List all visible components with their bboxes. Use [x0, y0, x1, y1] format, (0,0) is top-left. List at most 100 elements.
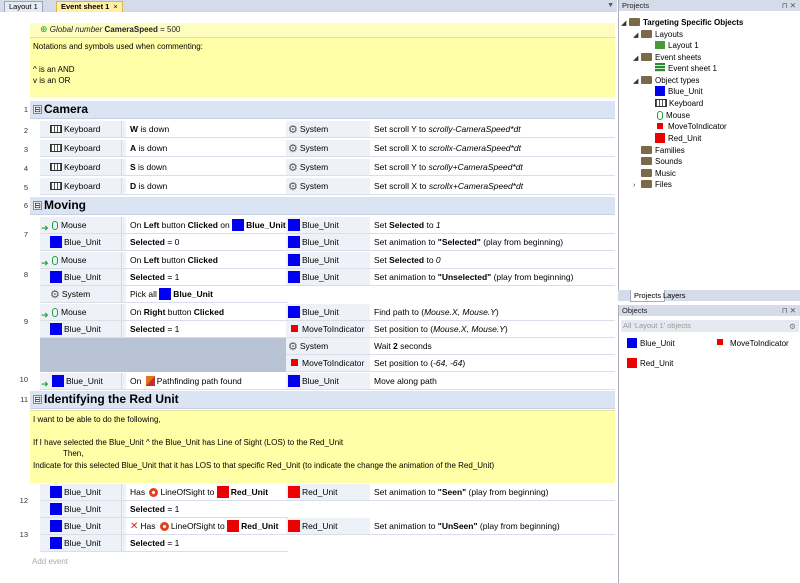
condition[interactable]: Blue_Unit Selected = 1 [40, 321, 292, 338]
collapse-toggle[interactable]: ⊟ [33, 105, 42, 114]
tree-item-object-types[interactable]: ◢ Object types [633, 75, 699, 86]
tree-item-files[interactable]: › Files [633, 179, 672, 190]
tab-event-sheet-1[interactable]: Event sheet 1 × [56, 1, 123, 12]
tree-item-layouts[interactable]: ◢ Layouts [633, 29, 683, 40]
event-row[interactable]: ➜ Blue_Unit On Pathfinding path found Blue… [30, 373, 615, 390]
objects-filter-input[interactable]: All 'Layout 1' objects ⚙ [621, 320, 799, 332]
action[interactable]: ⚙ System Set scroll Y to scrolly-CameraSpe… [286, 121, 615, 138]
action[interactable]: Red_Unit Set animation to "Seen" (play fr… [286, 484, 615, 501]
event-row[interactable]: Blue_Unit ✕ Has LineOfSight to Red_Unit Re… [30, 518, 615, 535]
object-item-move-to-indicator[interactable]: MoveToIndicator [713, 338, 789, 349]
event-row[interactable]: Blue_Unit Selected = 1 Blue_Unit Set anima… [30, 269, 615, 286]
condition-text: W is down [126, 121, 292, 137]
object-name: Blue_Unit [302, 220, 339, 230]
collapse-toggle[interactable]: ⊟ [33, 201, 42, 210]
action[interactable]: ⚙ System Wait 2 seconds [286, 338, 615, 355]
group-camera[interactable]: ⊟ Camera [30, 101, 615, 119]
condition-text: Pick all Blue_Unit [126, 286, 292, 302]
chevron-down-icon[interactable]: ▼ [607, 2, 614, 9]
tree-item-sounds[interactable]: Sounds [641, 156, 682, 167]
tab-layers[interactable]: Layers [660, 290, 689, 301]
tree-item-layout-1[interactable]: Layout 1 [655, 40, 699, 51]
condition[interactable]: Blue_Unit Selected = 0 [40, 234, 292, 251]
condition[interactable]: Blue_Unit Selected = 1 [40, 501, 292, 518]
event-row[interactable]: Blue_Unit Selected = 1 [30, 535, 615, 552]
action[interactable]: MoveToIndicator Set position to (Mouse.X,… [286, 321, 615, 338]
condition-object: Keyboard [40, 121, 122, 137]
collapse-toggle[interactable]: ⊟ [33, 395, 42, 404]
tree-item-keyboard[interactable]: Keyboard [655, 98, 703, 109]
condition[interactable]: Keyboard W is down [40, 121, 292, 138]
condition[interactable]: Keyboard A is down [40, 140, 292, 157]
condition[interactable]: ➜ Mouse On Left button Clicked [40, 252, 292, 269]
keyboard-icon [50, 144, 62, 152]
event-row[interactable]: Blue_Unit Selected = 0 Blue_Unit Set anima… [30, 234, 615, 251]
event-sheet-editor[interactable]: 1 2 3 4 5 6 7 8 9 10 11 12 13 ⊕ Global n… [0, 12, 617, 583]
chevron-down-icon[interactable]: ◢ [633, 76, 641, 87]
condition[interactable]: ➜ Blue_Unit On Pathfinding path found [40, 373, 292, 390]
event-row[interactable]: Blue_Unit Has LineOfSight to Red_Unit Red… [30, 484, 615, 501]
action[interactable]: Blue_Unit Move along path [286, 373, 615, 390]
object-name: Blue_Unit [64, 504, 101, 514]
condition[interactable]: Blue_Unit Selected = 1 [40, 535, 292, 552]
action[interactable]: Blue_Unit Set Selected to 1 [286, 217, 615, 234]
event-row[interactable]: Keyboard S is down ⚙ System Set scroll Y to… [30, 159, 615, 176]
group-moving[interactable]: ⊟ Moving [30, 197, 615, 215]
tree-item-event-sheets[interactable]: ◢ Event sheets [633, 52, 701, 63]
pin-close-icon[interactable]: ⊓ ✕ [782, 305, 796, 316]
event-row[interactable]: Keyboard A is down ⚙ System Set scroll X to… [30, 140, 615, 157]
event-row[interactable]: ➜ Mouse On Left button Clicked Blue_Unit Se… [30, 252, 615, 269]
event-row[interactable]: ➜ Mouse On Left button Clicked on Blue_Uni… [30, 217, 615, 234]
condition[interactable]: Blue_Unit Selected = 1 [40, 269, 292, 286]
action[interactable]: ⚙ System Set scroll X to scrollx+CameraSpe… [286, 178, 615, 195]
chevron-down-icon[interactable]: ◢ [621, 18, 629, 29]
pin-close-icon[interactable]: ⊓ ✕ [782, 0, 796, 11]
gear-icon[interactable]: ⚙ [789, 321, 796, 333]
add-event-link[interactable]: Add event [32, 557, 68, 566]
group-identifying-red-unit[interactable]: ⊟ Identifying the Red Unit [30, 391, 615, 409]
tree-item-move-to-indicator[interactable]: MoveToIndicator [655, 121, 727, 132]
object-item-red-unit[interactable]: Red_Unit [627, 358, 673, 369]
comment-notations[interactable]: Notations and symbols used when commenti… [30, 37, 615, 97]
tab-layout-1[interactable]: Layout 1 [4, 1, 43, 12]
action[interactable]: Red_Unit Set animation to "UnSeen" (play … [286, 518, 615, 535]
event-row[interactable]: Keyboard W is down ⚙ System Set scroll Y to… [30, 121, 615, 138]
event-row[interactable]: MoveToIndicator Set position to (-64, -64… [30, 355, 615, 372]
tree-item-music[interactable]: Music [641, 168, 676, 179]
condition[interactable]: Blue_Unit ✕ Has LineOfSight to Red_Unit [40, 518, 292, 535]
event-row[interactable]: Keyboard D is down ⚙ System Set scroll X to… [30, 178, 615, 195]
condition[interactable]: Keyboard D is down [40, 178, 292, 195]
event-row[interactable]: ⚙ System Wait 2 seconds [30, 338, 615, 355]
global-variable[interactable]: ⊕ Global number CameraSpeed = 500 [30, 23, 615, 37]
tree-item-families[interactable]: Families [641, 145, 685, 156]
action[interactable]: Blue_Unit Set animation to "Unselected" (… [286, 269, 615, 286]
object-item-blue-unit[interactable]: Blue_Unit [627, 338, 675, 349]
condition[interactable]: ➜ Mouse On Left button Clicked on Blue_Uni… [40, 217, 292, 234]
tree-item-event-sheet-1[interactable]: Event sheet 1 [655, 63, 717, 74]
action[interactable]: Blue_Unit Set animation to "Selected" (pl… [286, 234, 615, 251]
condition[interactable]: ➜ Mouse On Right button Clicked [40, 304, 292, 321]
tree-root[interactable]: ◢ Targeting Specific Objects [621, 17, 743, 28]
event-row[interactable]: ➜ Mouse On Right button Clicked Blue_Unit F… [30, 304, 615, 321]
chevron-down-icon[interactable]: ◢ [633, 30, 641, 41]
chevron-down-icon[interactable]: ◢ [633, 53, 641, 64]
tree-item-blue-unit[interactable]: Blue_Unit [655, 86, 703, 97]
tree-item-mouse[interactable]: Mouse [655, 110, 690, 121]
event-row[interactable]: ⚙ System Pick all Blue_Unit [30, 286, 615, 303]
action[interactable]: MoveToIndicator Set position to (-64, -64… [286, 355, 615, 372]
action[interactable]: ⚙ System Set scroll Y to scrolly+CameraSpe… [286, 159, 615, 176]
close-icon[interactable]: × [113, 2, 117, 11]
event-row[interactable]: Blue_Unit Selected = 1 MoveToIndicator Set… [30, 321, 615, 338]
action[interactable]: Blue_Unit Find path to (Mouse.X, Mouse.Y) [286, 304, 615, 321]
tree-item-red-unit[interactable]: Red_Unit [655, 133, 701, 144]
text: 1 [435, 220, 441, 230]
action[interactable]: Blue_Unit Set Selected to 0 [286, 252, 615, 269]
comment-identify[interactable]: I want to be able to do the following, I… [30, 410, 615, 483]
event-row[interactable]: Blue_Unit Selected = 1 [30, 501, 615, 518]
condition[interactable]: ⚙ System Pick all Blue_Unit [40, 286, 292, 303]
blue-unit-icon [50, 537, 62, 549]
condition[interactable]: Keyboard S is down [40, 159, 292, 176]
action[interactable]: ⚙ System Set scroll X to scrollx-CameraSpe… [286, 140, 615, 157]
condition[interactable]: Blue_Unit Has LineOfSight to Red_Unit [40, 484, 292, 501]
chevron-right-icon[interactable]: › [633, 180, 641, 191]
